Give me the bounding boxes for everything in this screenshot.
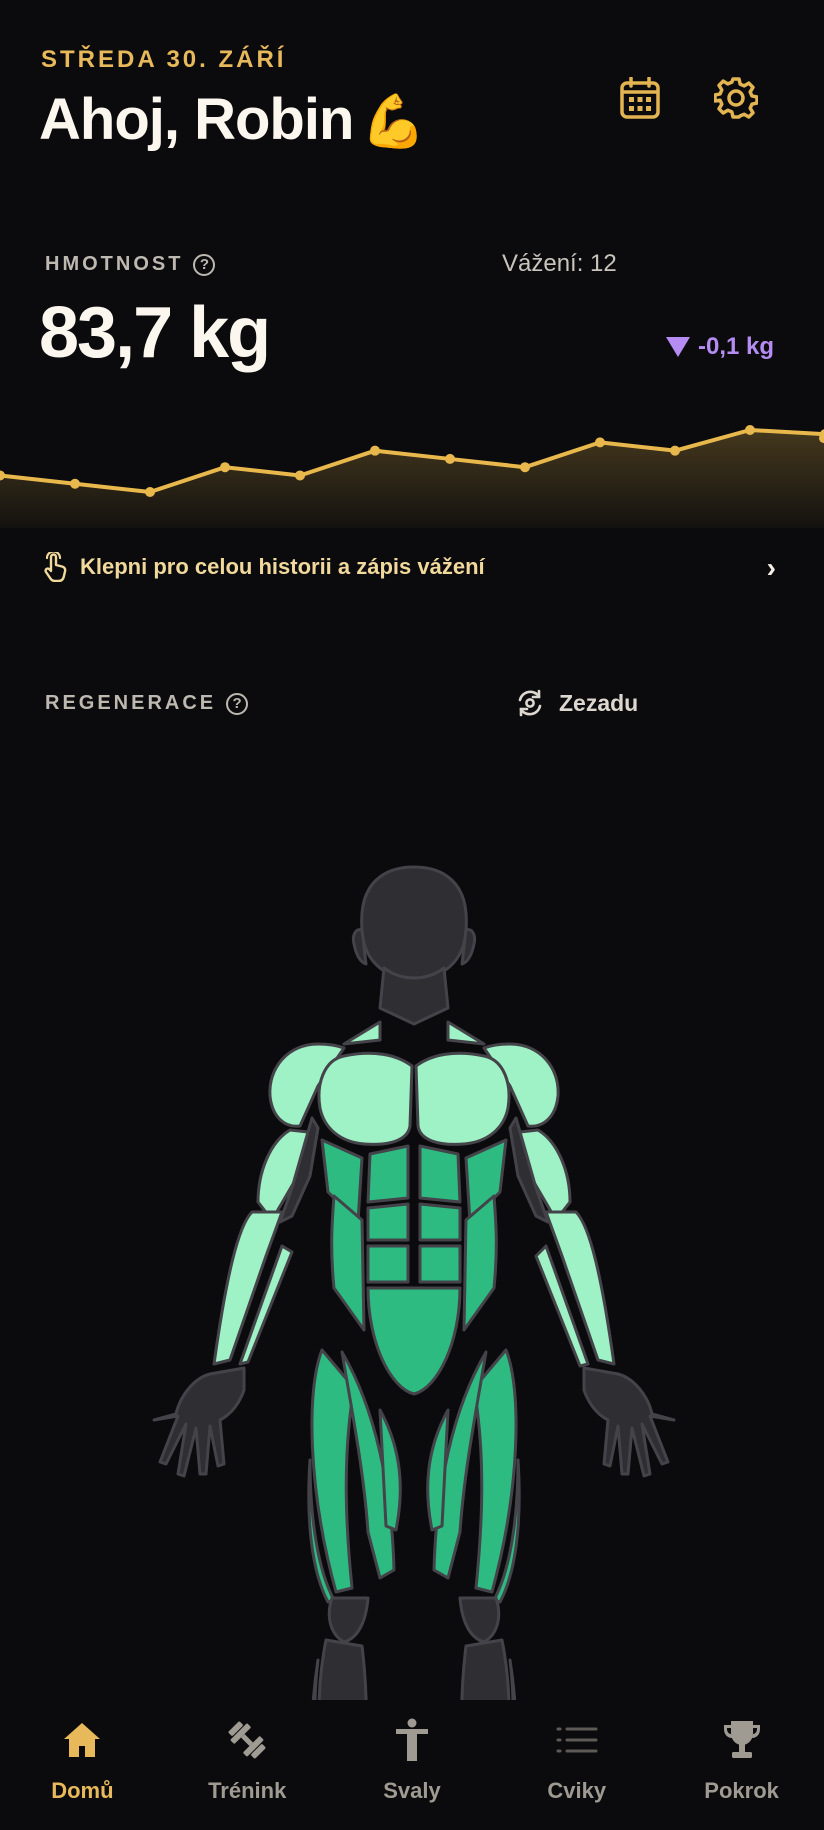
nav-label-home: Domů [51,1778,114,1803]
recovery-help-icon[interactable]: ? [226,692,249,715]
current-weight: 83,7 kg [39,293,271,373]
nav-item-muscles[interactable]: Svaly [330,1700,495,1830]
recovery-section-label: REGENERACE ? [45,692,249,715]
flexed-biceps-emoji: 💪 [361,93,426,151]
abs-2-right [418,1202,462,1242]
nav-item-home[interactable]: Domů [0,1700,165,1830]
weighing-count: Vážení: 12 [502,250,617,277]
muscle-recovery-map[interactable] [140,860,690,1830]
calendar-button[interactable] [612,70,668,126]
person-icon [390,1718,434,1762]
weight-label: HMOTNOST [45,253,184,275]
date-label: STŘEDA 30. ZÁŘÍ [41,46,287,73]
settings-button[interactable] [708,70,764,126]
trend-point [670,445,680,456]
abs-2-left [366,1202,410,1242]
nav-label-muscles: Svaly [383,1778,441,1803]
nav-label-progress: Pokrok [704,1778,779,1803]
recovery-label: REGENERACE [45,692,217,714]
trend-point [520,462,530,473]
nav-label-exercises: Cviky [547,1778,607,1803]
trend-point [70,478,80,489]
weight-section-label: HMOTNOST ? [45,253,216,276]
trap-right [446,1020,486,1046]
greeting-title: Ahoj, Robin 💪 [39,86,426,153]
dumbbell-icon [225,1718,269,1762]
weight-delta-value: -0,1 kg [698,333,775,360]
weight-help-icon[interactable]: ? [193,253,216,276]
abs-1-left [366,1144,410,1204]
weight-history-link[interactable]: Klepni pro celou historii a zápis vážení… [0,528,824,606]
home-icon [60,1718,104,1762]
hand-left [152,1366,246,1478]
down-triangle-icon [666,337,690,357]
knee-right [458,1596,501,1644]
head [360,865,468,981]
nav-item-progress[interactable]: Pokrok [659,1700,824,1830]
pec-right [414,1051,511,1146]
knee-left [327,1596,370,1644]
oblique-left [330,1194,366,1332]
abs-1-right [418,1144,462,1204]
trend-point [220,462,230,473]
bottom-navigation: Domů Trénink Svaly Cviky Pokrok [0,1700,824,1830]
abs-3-left [366,1244,410,1284]
rotate-camera-icon [518,689,542,717]
trophy-icon [720,1718,764,1762]
pec-left [317,1051,414,1146]
oblique-right [462,1194,498,1332]
abs-lower [366,1286,462,1396]
abs-3-right [418,1244,462,1284]
nav-item-exercises[interactable]: Cviky [494,1700,659,1830]
trend-point [445,453,455,464]
greeting-text: Ahoj, Robin [39,87,354,152]
trend-point [745,425,755,435]
trend-point [145,487,155,497]
list-icon [555,1718,599,1762]
view-toggle-label: Zezadu [559,689,639,716]
history-link-text: Klepni pro celou historii a zápis vážení [80,554,485,579]
view-back-toggle[interactable]: Zezadu [515,688,638,718]
trend-point [295,470,305,481]
calendar-icon [620,77,660,119]
nav-item-training[interactable]: Trénink [165,1700,330,1830]
weight-trend-chart[interactable] [0,400,824,528]
nav-label-training: Trénink [208,1778,287,1803]
chevron-right-icon: › [766,552,776,583]
tap-hand-icon [44,552,67,582]
trend-point [595,437,605,448]
gear-icon [714,77,758,119]
weight-delta: -0,1 kg [666,333,774,361]
trend-point [370,445,380,456]
trap-left [342,1020,382,1046]
hand-right [582,1366,676,1478]
